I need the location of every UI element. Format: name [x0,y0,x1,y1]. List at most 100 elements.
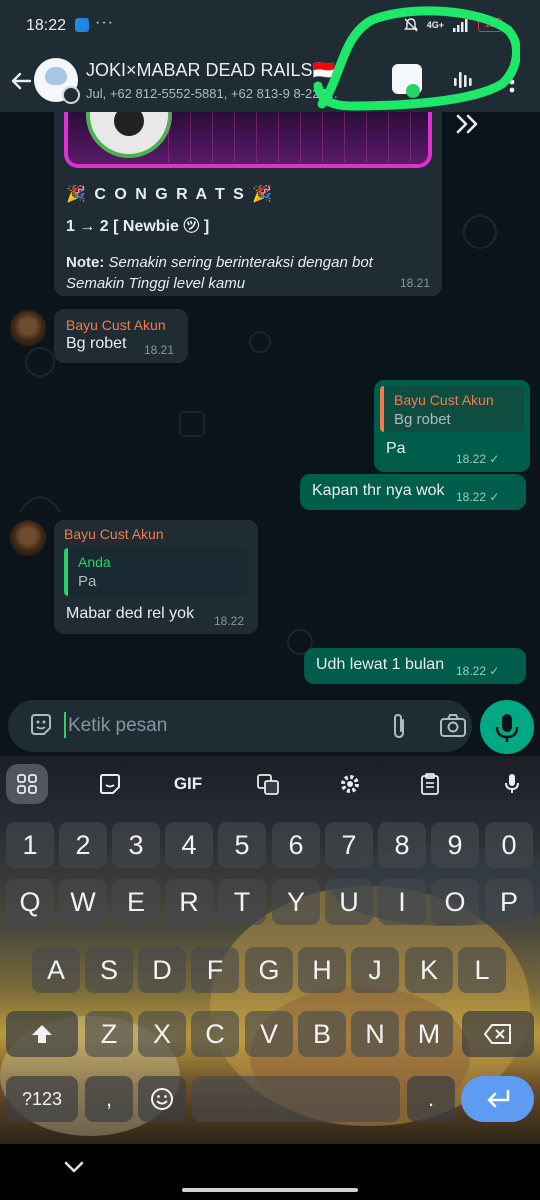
grid-icon [17,774,37,794]
sender-avatar[interactable] [10,310,46,346]
keyboard-toolbar: GIF [0,756,540,812]
key-8[interactable]: 8 [378,822,426,868]
outgoing-message[interactable]: Kapan thr nya wok 18.22 ✓ [300,474,526,510]
key-c[interactable]: C [191,1011,239,1057]
sticker-icon [100,774,120,794]
space-key[interactable] [192,1076,400,1122]
shift-key[interactable] [6,1011,78,1057]
note-line-1: Semakin sering berinteraksi dengan bot [108,254,373,271]
incoming-message[interactable]: Bayu Cust Akun Bg robet 18.21 [54,309,188,363]
key-d[interactable]: D [138,947,186,993]
status-time: 18:22 [26,17,67,34]
key-t[interactable]: T [218,879,266,925]
key-u[interactable]: U [325,879,373,925]
hide-keyboard-chevron-icon[interactable] [62,1158,86,1176]
enter-key[interactable] [461,1076,534,1122]
incoming-message[interactable]: Bayu Cust Akun Anda Pa Mabar ded rel yok… [54,520,258,634]
voice-typing-button[interactable] [492,766,532,802]
key-f[interactable]: F [191,947,239,993]
period-key[interactable]: . [407,1076,455,1122]
key-4[interactable]: 4 [165,822,213,868]
message-input-container[interactable] [8,700,472,752]
key-6[interactable]: 6 [272,822,320,868]
camera-icon[interactable] [438,712,468,740]
note-label: Note: [66,254,105,271]
backspace-key[interactable] [462,1011,534,1057]
key-b[interactable]: B [298,1011,346,1057]
clipboard-icon [421,773,439,795]
more-vertical-icon[interactable] [502,68,522,96]
message-composer [0,700,540,756]
voice-record-button[interactable] [480,700,534,754]
key-h[interactable]: H [298,947,346,993]
key-j[interactable]: J [351,947,399,993]
network-label: 4G+ [426,19,444,30]
chat-title[interactable]: JOKI×MABAR DEAD RAILS🇮🇩 [86,60,356,81]
chat-participants[interactable]: Jul, +62 812-5552-5881, +62 813-9 8-224.… [86,86,348,101]
key-g[interactable]: G [245,947,293,993]
key-9[interactable]: 9 [431,822,479,868]
keyboard-menu-button[interactable] [6,764,48,804]
chat-area[interactable]: 🎉 C O N G R A T S 🎉 1 → 2 [ Newbie ㋡ ] N… [0,112,540,700]
message-time: 18.22 ✓ [456,490,500,504]
clipboard-button[interactable] [410,766,450,802]
bot-app-icon[interactable] [392,64,422,98]
quote-text: Pa [78,573,97,590]
key-2[interactable]: 2 [59,822,107,868]
backspace-icon [483,1024,511,1044]
mute-icon [403,18,418,32]
back-arrow-icon[interactable] [6,66,36,96]
sticker-button[interactable] [90,766,130,802]
key-7[interactable]: 7 [325,822,373,868]
key-p[interactable]: P [485,879,533,925]
attach-paperclip-icon[interactable] [386,712,412,740]
key-l[interactable]: L [458,947,506,993]
emoji-icon [151,1088,173,1110]
key-w[interactable]: W [59,879,107,925]
level-up-image[interactable] [64,112,432,168]
message-time: 18.22 ✓ [456,664,500,678]
forward-icon[interactable] [452,112,488,136]
key-r[interactable]: R [165,879,213,925]
key-3[interactable]: 3 [112,822,160,868]
sender-avatar[interactable] [10,520,46,556]
key-o[interactable]: O [431,879,479,925]
message-time: 18.21 [144,343,175,357]
key-s[interactable]: S [85,947,133,993]
key-5[interactable]: 5 [218,822,266,868]
comma-key[interactable]: , [85,1076,133,1122]
gif-button[interactable]: GIF [168,766,208,802]
audio-waveform-icon[interactable] [450,66,478,94]
settings-button[interactable] [330,766,370,802]
translate-button[interactable] [248,766,288,802]
key-k[interactable]: K [405,947,453,993]
key-x[interactable]: X [138,1011,186,1057]
key-e[interactable]: E [112,879,160,925]
sticker-emoji-icon[interactable] [28,712,54,738]
outgoing-message[interactable]: Bayu Cust Akun Bg robet Pa 18.22 ✓ [374,380,530,472]
sender-name[interactable]: Bayu Cust Akun [66,317,176,333]
key-v[interactable]: V [245,1011,293,1057]
gear-icon [341,775,359,793]
quoted-message[interactable]: Anda Pa [64,548,248,596]
keyboard: G I F 1 2 3 4 5 6 7 8 9 0 Q W E R T Y U I … [0,756,540,1144]
sender-name[interactable]: Bayu Cust Akun [64,526,248,542]
key-n[interactable]: N [351,1011,399,1057]
key-0[interactable]: 0 [485,822,533,868]
bot-level-card[interactable]: 🎉 C O N G R A T S 🎉 1 → 2 [ Newbie ㋡ ] N… [54,112,442,296]
key-z[interactable]: Z [85,1011,133,1057]
key-q[interactable]: Q [6,879,54,925]
key-y[interactable]: Y [272,879,320,925]
message-input[interactable] [68,712,368,740]
home-indicator[interactable] [182,1188,358,1192]
emoji-key[interactable] [138,1076,186,1122]
key-i[interactable]: I [378,879,426,925]
quoted-message[interactable]: Bayu Cust Akun Bg robet [380,386,524,432]
level-text: 1 → 2 [ Newbie ㋡ ] [66,218,210,235]
key-m[interactable]: M [405,1011,453,1057]
key-1[interactable]: 1 [6,822,54,868]
symbols-key[interactable]: ?123 [6,1076,78,1122]
message-text: Pa [386,440,406,457]
key-a[interactable]: A [32,947,80,993]
outgoing-message[interactable]: Udh lewat 1 bulan 18.22 ✓ [304,648,526,684]
